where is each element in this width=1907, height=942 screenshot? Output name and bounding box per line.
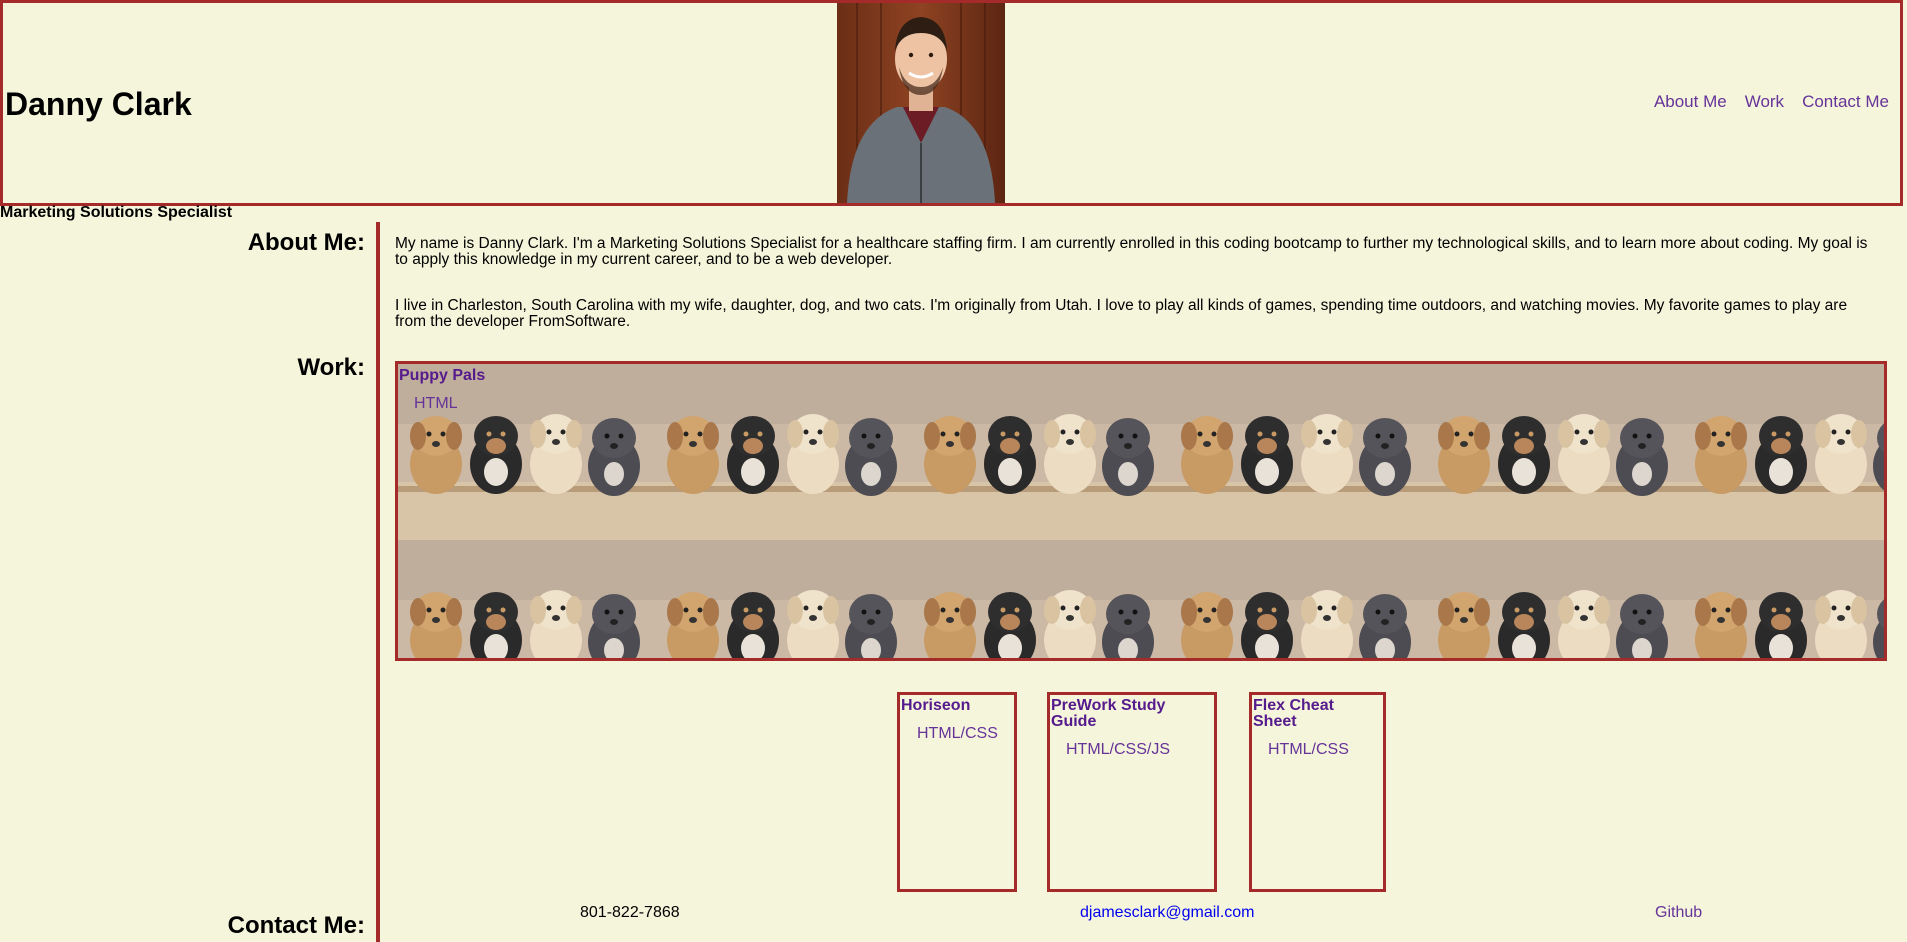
project-tech: HTML <box>414 395 458 412</box>
project-title: Flex Cheat Sheet <box>1253 697 1334 730</box>
site-header: Danny Clark About Me Work Contact Me <box>0 0 1903 206</box>
project-tech: HTML/CSS <box>917 725 998 742</box>
project-tech: HTML/CSS/JS <box>1066 741 1171 758</box>
project-title: Horiseon <box>901 697 971 714</box>
featured-project-puppy-pals[interactable]: Puppy Pals HTML <box>395 361 1887 661</box>
project-tech: HTML/CSS <box>1268 741 1349 758</box>
section-divider <box>376 222 380 942</box>
project-card-prework-study-guide[interactable]: PreWork Study Guide HTML/CSS/JS <box>1047 692 1217 892</box>
about-paragraph-1: My name is Danny Clark. I'm a Marketing … <box>395 235 1868 268</box>
project-title: Puppy Pals <box>399 367 486 384</box>
project-card-flex-cheat-sheet[interactable]: Flex Cheat Sheet HTML/CSS <box>1249 692 1386 892</box>
contact-github-link[interactable]: Github <box>1655 904 1702 922</box>
nav-work-link[interactable]: Work <box>1745 92 1784 112</box>
about-heading: About Me: <box>247 229 365 256</box>
contact-email-link[interactable]: djamesclark@gmail.com <box>1080 904 1255 922</box>
about-paragraph-2: I live in Charleston, South Carolina wit… <box>395 297 1848 330</box>
main-nav: About Me Work Contact Me <box>1636 92 1889 112</box>
contact-heading: Contact Me: <box>227 912 365 939</box>
puppy-tile-background <box>398 364 1884 658</box>
contact-phone: 801-822-7868 <box>580 904 680 921</box>
work-heading: Work: <box>297 354 365 381</box>
profile-photo <box>837 3 1005 203</box>
nav-about-link[interactable]: About Me <box>1654 92 1727 112</box>
project-card-horiseon[interactable]: Horiseon HTML/CSS <box>897 692 1017 892</box>
job-title: Marketing Solutions Specialist <box>0 204 233 221</box>
project-title: PreWork Study Guide <box>1051 697 1166 730</box>
nav-contact-link[interactable]: Contact Me <box>1802 92 1889 112</box>
site-name: Danny Clark <box>5 86 192 122</box>
profile-photo-image <box>837 3 1005 203</box>
